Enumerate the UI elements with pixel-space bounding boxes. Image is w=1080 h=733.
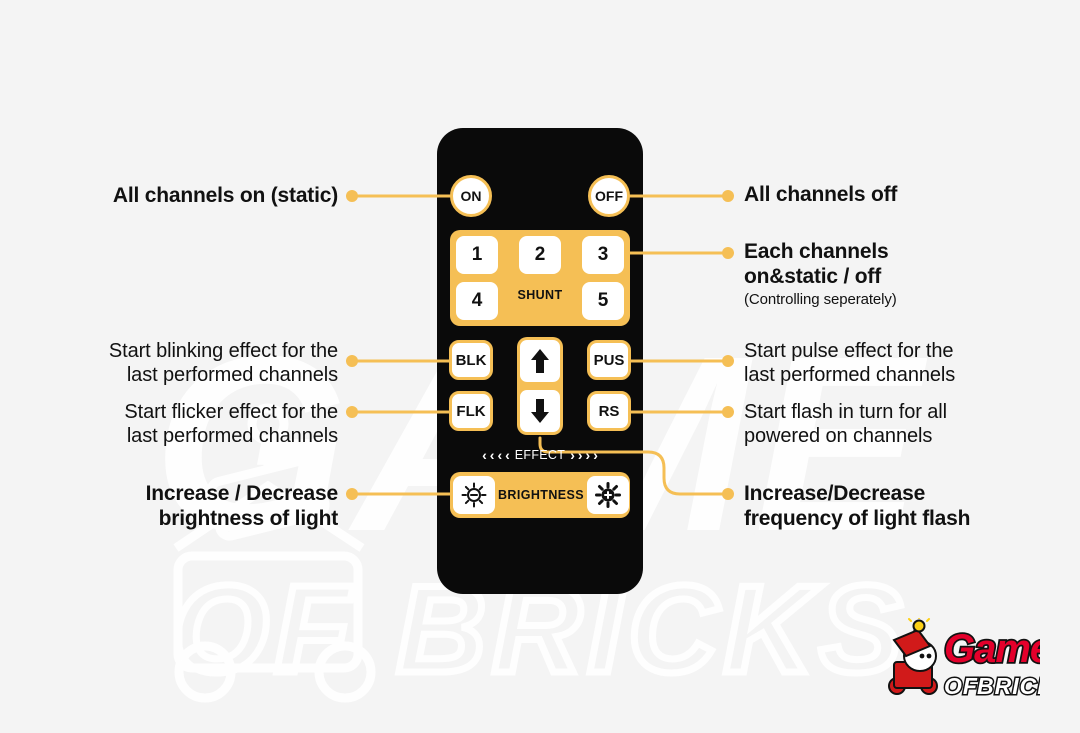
callout-frequency: Increase/Decrease frequency of light fla… [744, 481, 1074, 531]
callout-line: last performed channels [744, 364, 956, 386]
callout-all-channels-off: All channels off [744, 182, 1054, 207]
channel-button-1[interactable]: 1 [456, 236, 498, 274]
blink-button[interactable]: BLK [449, 340, 493, 380]
connector-dot [722, 406, 734, 418]
connector-dot [346, 488, 358, 500]
sun-minus-icon [461, 482, 487, 508]
logo-word-bricks: BRICKS [977, 673, 1040, 699]
shunt-channel-panel: 1 2 3 4 5 SHUNT [450, 230, 630, 326]
frequency-down-button[interactable] [520, 390, 560, 432]
chevron-right-icon[interactable]: › [586, 448, 591, 462]
pulse-button[interactable]: PUS [587, 340, 631, 380]
effect-selector-row: ‹ ‹ ‹ ‹ EFFECT › › › › [450, 444, 630, 466]
callout-line: All channels off [744, 183, 898, 206]
callout-line: powered on channels [744, 425, 933, 447]
channel-button-4[interactable]: 4 [456, 282, 498, 320]
callout-line: Each channels [744, 240, 889, 263]
power-off-button[interactable]: OFF [588, 175, 630, 217]
channel-button-3[interactable]: 3 [582, 236, 624, 274]
connector-dot [722, 355, 734, 367]
chevron-right-icon[interactable]: › [570, 448, 575, 462]
callout-line: Increase / Decrease [145, 482, 339, 505]
callout-line: Start pulse effect for the [744, 340, 954, 362]
callout-all-channels-on: All channels on (static) [38, 183, 338, 208]
connector-dot [346, 190, 358, 202]
brightness-label: BRIGHTNESS [498, 488, 584, 502]
shunt-panel-label: SHUNT [517, 288, 563, 302]
channel-button-5[interactable]: 5 [582, 282, 624, 320]
chevron-right-icon[interactable]: › [593, 448, 598, 462]
callout-pulse-effect: Start pulse effect for the last performe… [744, 339, 1064, 387]
connector-dot [346, 406, 358, 418]
callout-line: last performed channels [126, 364, 338, 386]
game-of-bricks-logo: Game OF BRICKS [888, 618, 1040, 701]
sun-plus-icon [594, 482, 621, 508]
callout-line: last performed channels [126, 425, 338, 447]
brightness-increase-button[interactable] [586, 476, 629, 514]
callout-line: on&static / off [744, 265, 881, 289]
brightness-panel: BRIGHTNESS [450, 472, 630, 518]
flash-turn-button[interactable]: RS [587, 391, 631, 431]
callout-line: Increase/Decrease [744, 482, 926, 505]
logo-mascot-icon [888, 618, 938, 695]
callout-each-channel: Each channels on&static / off (Controlli… [744, 239, 1054, 309]
chevron-left-icon[interactable]: ‹ [505, 448, 510, 462]
callout-line: brightness of light [158, 507, 339, 531]
arrow-up-icon [531, 349, 549, 373]
connector-dot [346, 355, 358, 367]
callout-line: frequency of light flash [744, 507, 971, 531]
logo-word-of: OF [944, 673, 978, 699]
callout-flicker-effect: Start flicker effect for the last perfor… [8, 400, 338, 448]
callout-brightness: Increase / Decrease brightness of light [8, 481, 339, 531]
callout-line: Start flicker effect for the [124, 401, 338, 423]
chevron-left-icon[interactable]: ‹ [497, 448, 502, 462]
callout-line: All channels on (static) [112, 184, 338, 207]
connector-dot [722, 488, 734, 500]
callout-blinking-effect: Start blinking effect for the last perfo… [8, 339, 338, 387]
callout-line: Start blinking effect for the [108, 340, 338, 362]
chevron-left-icon[interactable]: ‹ [482, 448, 487, 462]
power-on-button[interactable]: ON [450, 175, 492, 217]
effect-row-label: EFFECT [514, 448, 566, 462]
frequency-up-button[interactable] [520, 340, 560, 382]
flicker-button[interactable]: FLK [449, 391, 493, 431]
connector-dot [722, 247, 734, 259]
callout-subnote: (Controlling seperately) [744, 291, 897, 309]
connector-dot [722, 190, 734, 202]
logo-word-game: Game [944, 627, 1040, 671]
channel-button-2[interactable]: 2 [519, 236, 561, 274]
callout-line: Start flash in turn for all [744, 401, 947, 423]
frequency-arrow-panel [517, 337, 563, 435]
chevron-left-icon[interactable]: ‹ [490, 448, 495, 462]
chevron-right-icon[interactable]: › [578, 448, 583, 462]
callout-flash-in-turn: Start flash in turn for all powered on c… [744, 400, 1064, 448]
brightness-decrease-button[interactable] [453, 476, 495, 514]
arrow-down-icon [531, 399, 549, 423]
